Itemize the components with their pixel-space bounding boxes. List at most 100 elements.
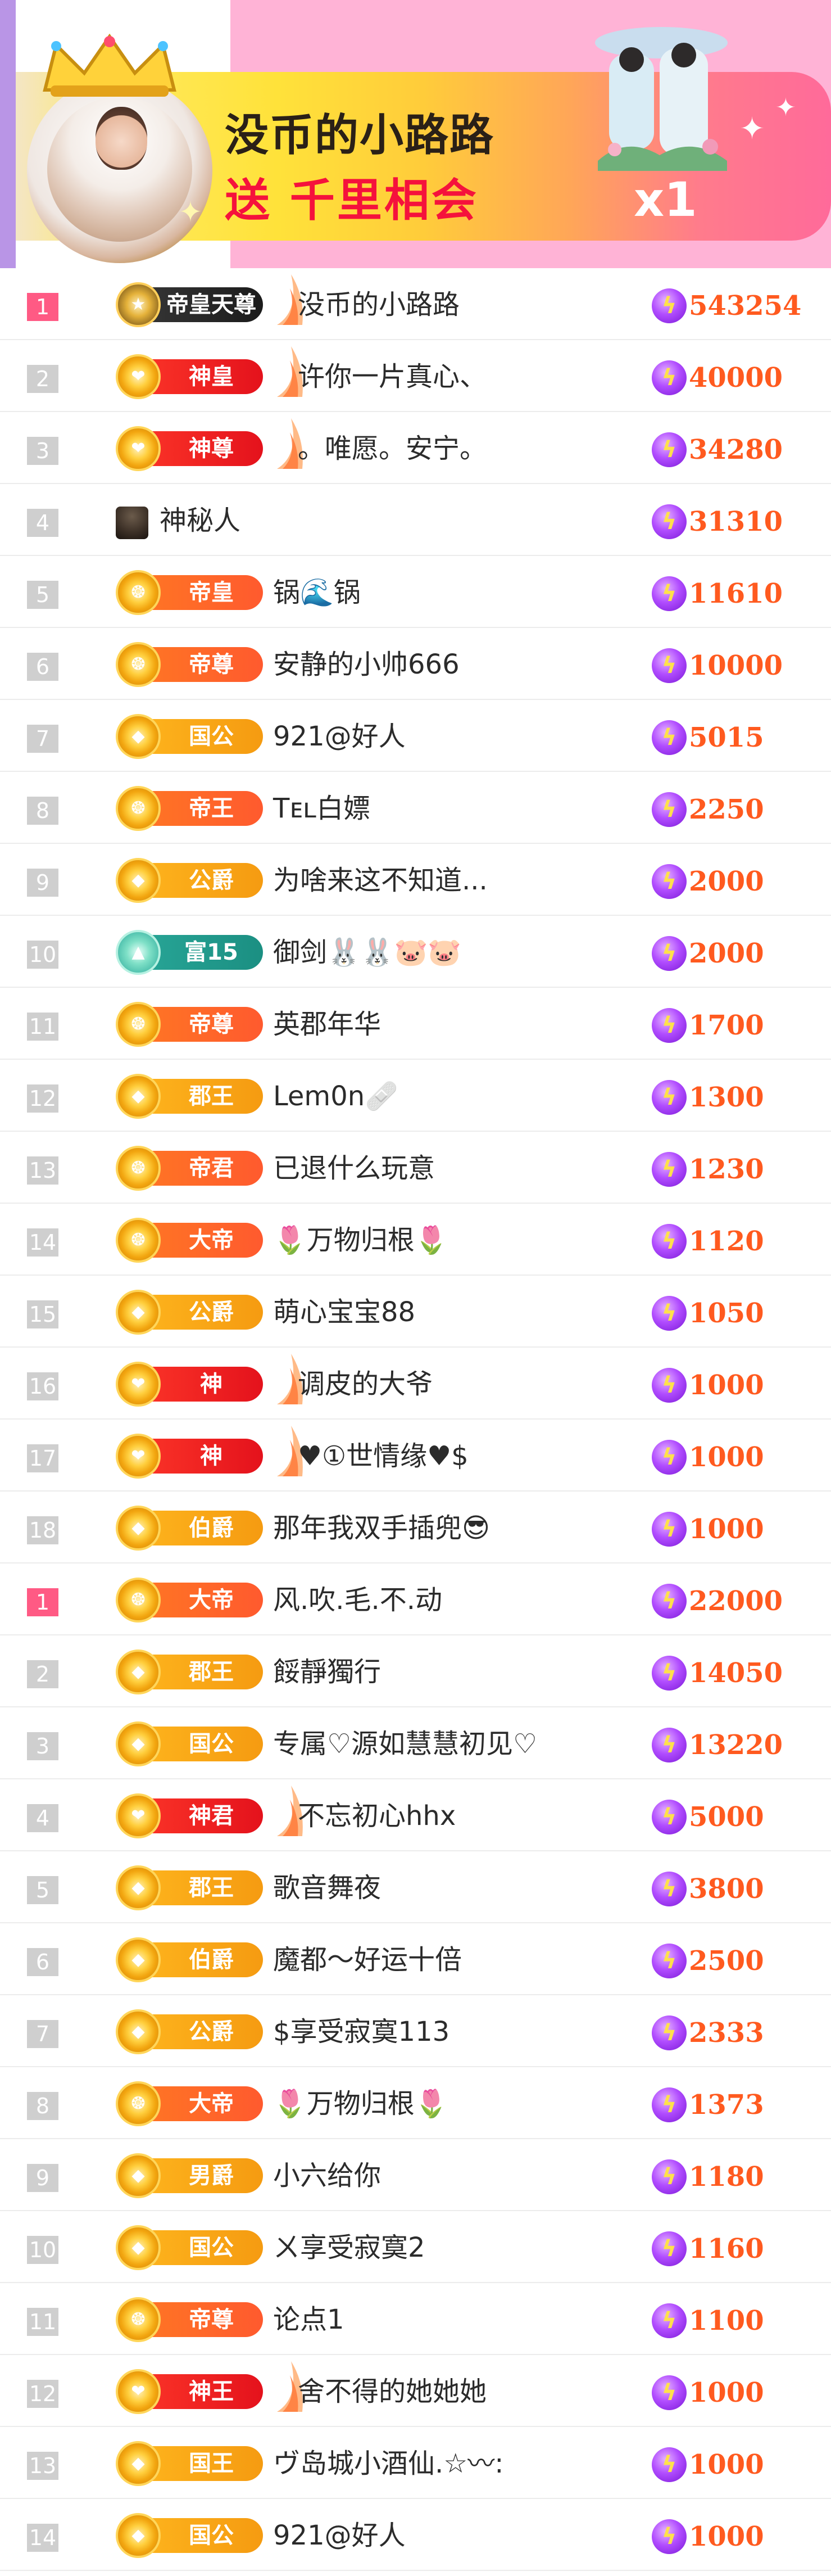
list-item[interactable]: 13 ❂ 帝君 已退什么玩意 ϟ 1230 [0, 1132, 831, 1204]
badge-label: 国公 [189, 724, 234, 749]
list-item[interactable]: 3 ◆ 国公 专属♡源如慧慧初见♡ ϟ 13220 [0, 1707, 831, 1779]
list-item[interactable]: 12 ❤ 神王 舍不得的她她她 ϟ 1000 [0, 2355, 831, 2427]
badge-medal-icon: ❂ [116, 2081, 161, 2126]
list-item[interactable]: 5 ◆ 郡王 歌音舞夜 ϟ 3800 [0, 1851, 831, 1923]
lightning-coin-icon: ϟ [652, 2447, 687, 2482]
level-badge: ▲ 富15 [116, 930, 263, 975]
rank-number: 1 [27, 293, 58, 321]
sparkle-icon: ✦ [179, 196, 202, 228]
user-name[interactable]: 调皮的大爷 [298, 1364, 433, 1404]
badge-label: 郡王 [189, 1875, 234, 1901]
user-name[interactable]: 舍不得的她她她 [298, 2372, 487, 2411]
user-name[interactable]: 歌音舞夜 [273, 1868, 381, 1908]
list-item[interactable]: 1 ★ 帝皇天尊 没币的小路路 ϟ 543254 [0, 268, 831, 340]
list-item[interactable]: 11 ❂ 帝尊 论点1 ϟ 1100 [0, 2283, 831, 2355]
list-item[interactable]: 12 ◆ 郡王 Lem0n🩹 ϟ 1300 [0, 1060, 831, 1132]
user-name[interactable]: Lem0n🩹 [273, 1077, 398, 1116]
list-item[interactable]: 2 ◆ 郡王 餒靜獨行 ϟ 14050 [0, 1635, 831, 1707]
user-name[interactable]: 那年我双手插兜😎 [273, 1508, 490, 1548]
level-badge: ◆ 国公 [116, 2513, 263, 2558]
badge-label: 公爵 [189, 867, 234, 893]
rank-number: 7 [27, 2020, 58, 2048]
list-item[interactable]: 3 ❤ 神尊 。唯愿。安宁。 ϟ 34280 [0, 412, 831, 484]
rank-number: 12 [27, 1084, 58, 1113]
badge-label: 大帝 [189, 2091, 234, 2117]
level-badge: ◆ 国公 [116, 2225, 263, 2270]
rank-number: 5 [27, 581, 58, 609]
list-item[interactable]: 16 ❤ 神调皮的大爷 ϟ 1000 [0, 1348, 831, 1420]
user-name[interactable]: ♥①世情缘♥$ [298, 1436, 469, 1476]
level-badge: ❂ 帝尊 [116, 1002, 263, 1047]
list-item[interactable]: 1 ❂ 大帝 风.吹.毛.不.动 ϟ 22000 [0, 1563, 831, 1635]
list-item[interactable]: 4 神秘人 ϟ 31310 [0, 484, 831, 556]
list-item[interactable]: 8 ❂ 帝王 Tᴇʟ白嫖 ϟ 2250 [0, 772, 831, 844]
user-name[interactable]: 🌷万物归根🌷 [273, 1221, 448, 1260]
user-name[interactable]: ヴ岛城小酒仙.☆〰: [273, 2444, 503, 2483]
crown-icon [43, 34, 176, 97]
user-name[interactable]: 不忘初心hhx [298, 1796, 456, 1836]
user-name[interactable]: 小六给你 [273, 2156, 381, 2195]
list-item[interactable]: 7 ◆ 国公 921@好人 ϟ 5015 [0, 700, 831, 772]
rank-number: 10 [27, 2236, 58, 2264]
level-badge: ❤ 神 [116, 1434, 263, 1479]
badge-medal-icon: ❤ [116, 1434, 161, 1479]
level-badge: ❂ 帝王 [116, 786, 263, 831]
rank-number: 9 [27, 869, 58, 897]
list-item[interactable]: 6 ◆ 伯爵 魔都～好运十倍 ϟ 2500 [0, 1923, 831, 1995]
list-item[interactable]: 5 ❂ 帝皇 锅🌊锅 ϟ 11610 [0, 556, 831, 628]
user-name[interactable]: ㄨ享受寂寞2 [273, 2228, 425, 2267]
list-item[interactable]: 14 ❂ 大帝 🌷万物归根🌷 ϟ 1120 [0, 1204, 831, 1276]
lightning-coin-icon: ϟ [652, 432, 687, 467]
user-name[interactable]: 。唯愿。安宁。 [298, 429, 487, 468]
user-name[interactable]: 安静的小帅666 [273, 645, 460, 684]
user-name[interactable]: $享受寂寞113 [273, 2012, 449, 2051]
rank-number: 8 [27, 797, 58, 825]
user-name[interactable]: 921@好人 [273, 717, 406, 756]
user-name[interactable]: 为啥来这不知道... [273, 861, 488, 900]
user-name[interactable]: Tᴇʟ白嫖 [273, 789, 370, 828]
user-name[interactable]: 🌷万物归根🌷 [273, 2084, 448, 2123]
user-name[interactable]: 许你一片真心、 [298, 357, 487, 396]
user-name[interactable]: 专属♡源如慧慧初见♡ [273, 1724, 537, 1764]
badge-medal-icon: ◆ [116, 714, 161, 759]
badge-label: 神君 [189, 1803, 234, 1829]
list-item[interactable]: 18 ◆ 伯爵 那年我双手插兜😎 ϟ 1000 [0, 1492, 831, 1563]
list-item[interactable]: 8 ❂ 大帝 🌷万物归根🌷 ϟ 1373 [0, 2067, 831, 2139]
list-item[interactable]: 7 ◆ 公爵 $享受寂寞113 ϟ 2333 [0, 1995, 831, 2067]
contribution-value: 1300 [689, 1082, 764, 1113]
user-name[interactable]: 魔都～好运十倍 [273, 1940, 462, 1980]
level-badge: ❂ 帝尊 [116, 642, 263, 687]
rank-number: 9 [27, 2164, 58, 2192]
user-name[interactable]: 神秘人 [160, 501, 240, 540]
user-name[interactable]: 没币的小路路 [298, 285, 460, 324]
level-badge: ❤ 神王 [116, 2369, 263, 2414]
user-name[interactable]: 御剑🐰🐰🐷🐷 [273, 933, 461, 972]
contribution-value: 13220 [689, 1729, 783, 1761]
user-name[interactable]: 萌心宝宝88 [273, 1292, 415, 1332]
list-item[interactable]: 9 ◆ 公爵 为啥来这不知道... ϟ 2000 [0, 844, 831, 916]
list-item[interactable]: 6 ❂ 帝尊 安静的小帅666 ϟ 10000 [0, 628, 831, 700]
user-name[interactable]: 餒靜獨行 [273, 1652, 381, 1692]
list-item[interactable]: 13 ◆ 国王 ヴ岛城小酒仙.☆〰: ϟ 1000 [0, 2427, 831, 2499]
user-name[interactable]: 风.吹.毛.不.动 [273, 1580, 442, 1620]
badge-medal-icon: ❂ [116, 1002, 161, 1047]
user-name[interactable]: 论点1 [273, 2300, 344, 2339]
lightning-coin-icon: ϟ [652, 2231, 687, 2266]
list-item[interactable]: 2 ❤ 神皇 许你一片真心、 ϟ 40000 [0, 340, 831, 412]
list-item[interactable]: 9 ◆ 男爵 小六给你 ϟ 1180 [0, 2139, 831, 2211]
rank-number: 3 [27, 1732, 58, 1760]
list-item[interactable]: 10 ◆ 国公 ㄨ享受寂寞2 ϟ 1160 [0, 2211, 831, 2283]
list-item[interactable]: 17 ❤ 神 ♥①世情缘♥$ ϟ 1000 [0, 1420, 831, 1492]
user-name[interactable]: 锅🌊锅 [273, 573, 361, 612]
user-name[interactable]: 已退什么玩意 [273, 1149, 435, 1188]
list-item[interactable]: 10 ▲ 富15 御剑🐰🐰🐷🐷 ϟ 2000 [0, 916, 831, 988]
level-badge: ❂ 大帝 [116, 1578, 263, 1623]
list-item[interactable]: 4 ❤ 神君 不忘初心hhx ϟ 5000 [0, 1779, 831, 1851]
user-name[interactable]: 英郡年华 [273, 1005, 381, 1044]
list-item[interactable]: 15 ◆ 公爵 萌心宝宝88 ϟ 1050 [0, 1276, 831, 1348]
user-name[interactable]: 921@好人 [273, 2516, 406, 2555]
badge-medal-icon: ◆ [116, 858, 161, 903]
level-badge: ❤ 神皇 [116, 354, 263, 399]
list-item[interactable]: 14 ◆ 国公 921@好人 ϟ 1000 [0, 2499, 831, 2571]
list-item[interactable]: 11 ❂ 帝尊 英郡年华 ϟ 1700 [0, 988, 831, 1060]
